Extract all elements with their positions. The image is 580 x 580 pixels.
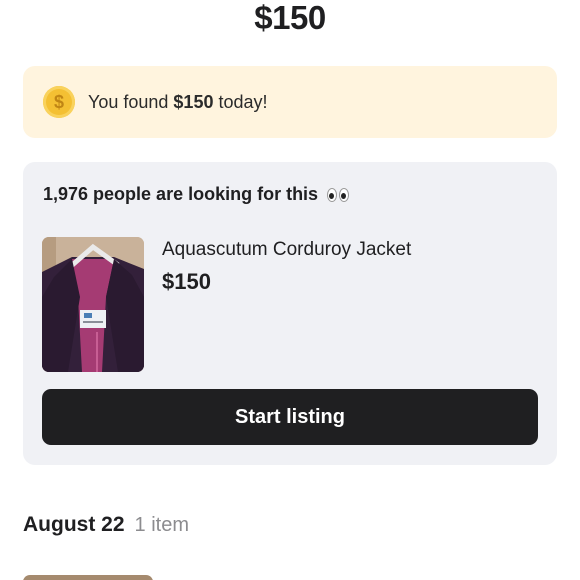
found-banner: $ You found $150 today! xyxy=(23,66,557,138)
history-item-count: 1 item xyxy=(134,514,189,536)
history-item-thumbnail[interactable] xyxy=(23,575,153,580)
coin-icon: $ xyxy=(43,86,75,118)
found-amount: $150 xyxy=(173,91,214,112)
item-price: $150 xyxy=(162,269,211,294)
start-listing-button[interactable]: Start listing xyxy=(42,389,538,445)
jacket-image xyxy=(42,237,144,372)
screen: $150 $ You found $150 today! 1,976 peopl… xyxy=(0,0,580,580)
item-thumbnail[interactable] xyxy=(42,237,144,372)
demand-heading: 1,976 people are looking for this xyxy=(43,184,350,205)
found-suffix: today! xyxy=(213,91,268,112)
total-earnings: $150 xyxy=(254,0,326,36)
history-section-header: August 22 1 item xyxy=(23,513,189,537)
item-title[interactable]: Aquascutum Corduroy Jacket xyxy=(162,239,411,261)
demand-card: 1,976 people are looking for this Aquasc… xyxy=(23,162,557,465)
history-date: August 22 xyxy=(23,513,125,536)
found-prefix: You found xyxy=(88,91,174,112)
demand-heading-text: 1,976 people are looking for this xyxy=(43,184,319,204)
eyes-icon xyxy=(327,188,350,202)
found-message: You found $150 today! xyxy=(88,92,268,113)
